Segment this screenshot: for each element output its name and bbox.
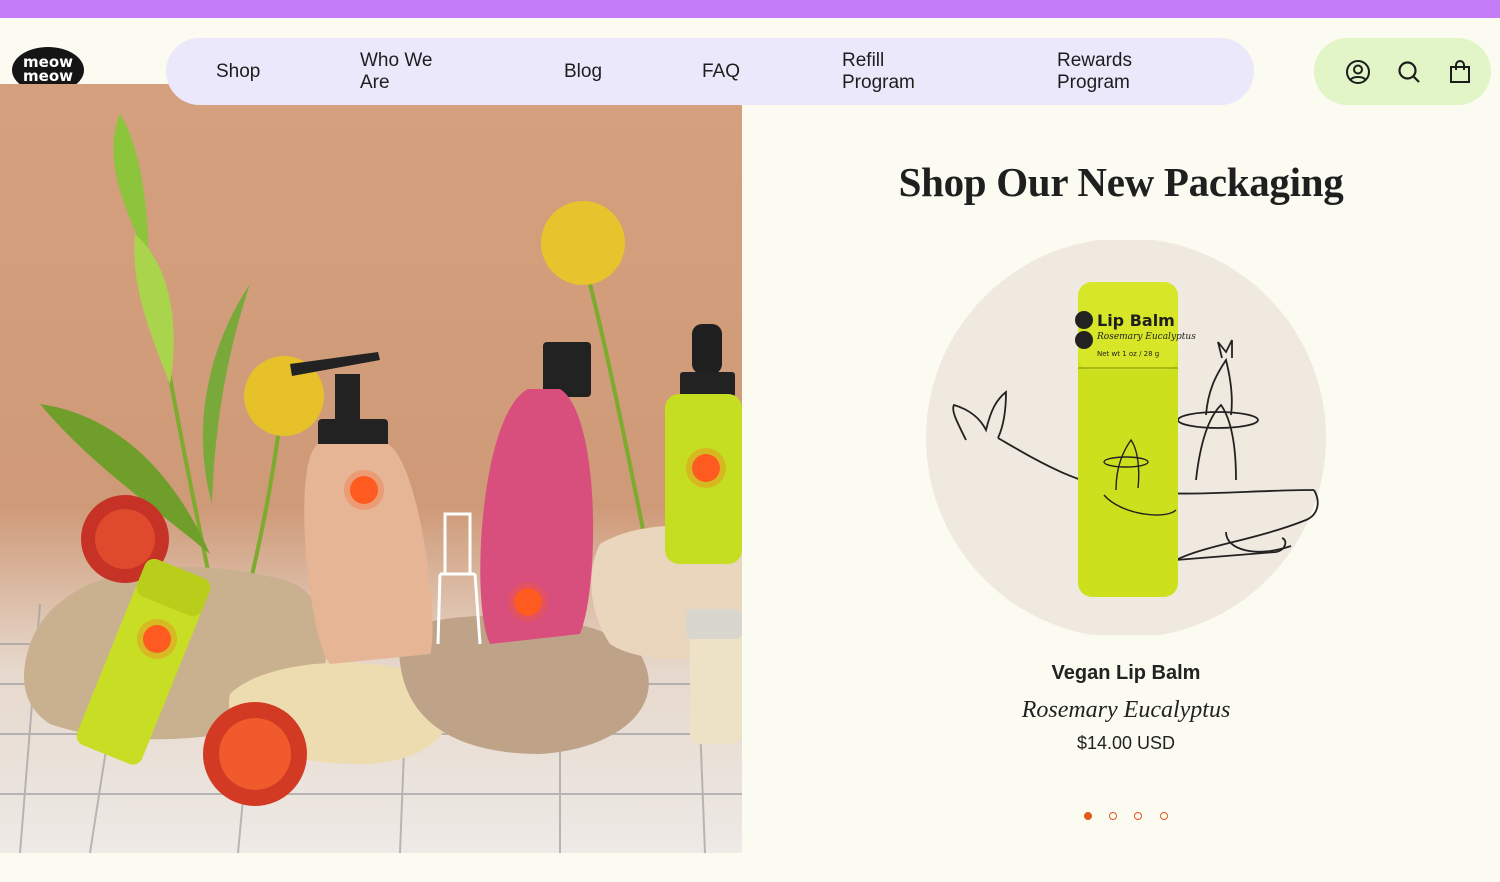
carousel-dot-1[interactable] bbox=[1084, 812, 1092, 820]
product-price: $14.00 USD bbox=[1076, 733, 1176, 753]
hotspot-all-over-lotion[interactable] bbox=[350, 476, 378, 504]
carousel-dot-4[interactable] bbox=[1160, 812, 1168, 820]
cart-icon[interactable] bbox=[1446, 58, 1474, 86]
svg-text:meow: meow bbox=[23, 67, 73, 85]
product-image: Lip Balm Rosemary Eucalyptus Net wt 1 oz… bbox=[926, 240, 1326, 635]
section-title: Shop Our New Packaging bbox=[898, 159, 1344, 205]
product-name[interactable]: Vegan Lip Balm bbox=[742, 662, 1500, 685]
header-actions bbox=[1314, 38, 1491, 105]
nav-item-who-we-are[interactable]: Who We Are bbox=[360, 50, 456, 94]
carousel-dot-3[interactable] bbox=[1134, 812, 1142, 820]
nav-item-rewards-program[interactable]: Rewards Program bbox=[1057, 50, 1153, 94]
main-nav: Shop Who We Are Blog FAQ Refill Program … bbox=[166, 38, 1254, 105]
hotspot-body-oil[interactable] bbox=[514, 588, 542, 616]
svg-text:Lip Balm: Lip Balm bbox=[1097, 311, 1175, 330]
product-variant: Rosemary Eucalyptus bbox=[1021, 697, 1231, 723]
search-icon[interactable] bbox=[1395, 58, 1423, 86]
hotspot-face-oil[interactable] bbox=[692, 454, 720, 482]
nav-item-blog[interactable]: Blog bbox=[564, 61, 602, 83]
nav-item-shop[interactable]: Shop bbox=[216, 61, 260, 83]
svg-text:Net wt 1 oz / 28 g: Net wt 1 oz / 28 g bbox=[1097, 350, 1159, 358]
nav-item-faq[interactable]: FAQ bbox=[702, 61, 740, 83]
hero-image bbox=[0, 84, 742, 853]
hotspot-lip-balm[interactable] bbox=[143, 625, 171, 653]
announcement-bar bbox=[0, 0, 1500, 18]
carousel-dot-2[interactable] bbox=[1109, 812, 1117, 820]
svg-text:Rosemary Eucalyptus: Rosemary Eucalyptus bbox=[1096, 332, 1196, 342]
account-icon[interactable] bbox=[1344, 58, 1372, 86]
nav-item-refill-program[interactable]: Refill Program bbox=[842, 50, 938, 94]
